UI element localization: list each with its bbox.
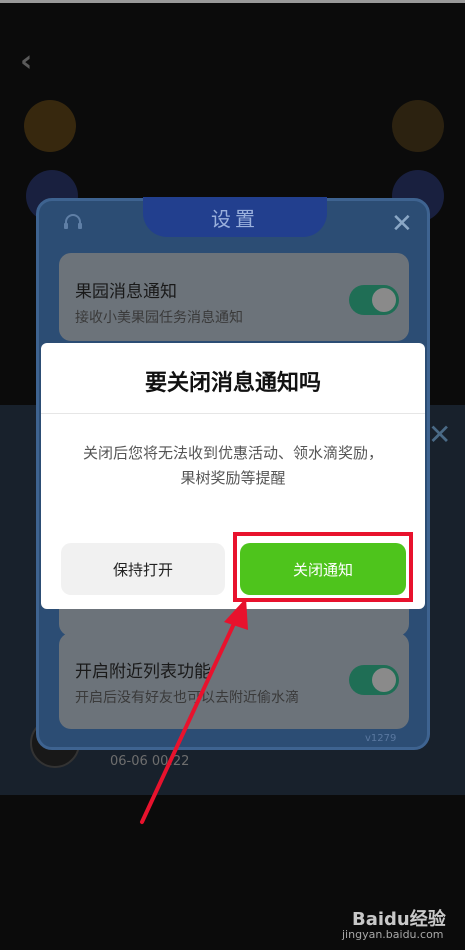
watermark-url: jingyan.baidu.com xyxy=(342,928,444,941)
annotation-arrow-icon xyxy=(140,598,248,824)
